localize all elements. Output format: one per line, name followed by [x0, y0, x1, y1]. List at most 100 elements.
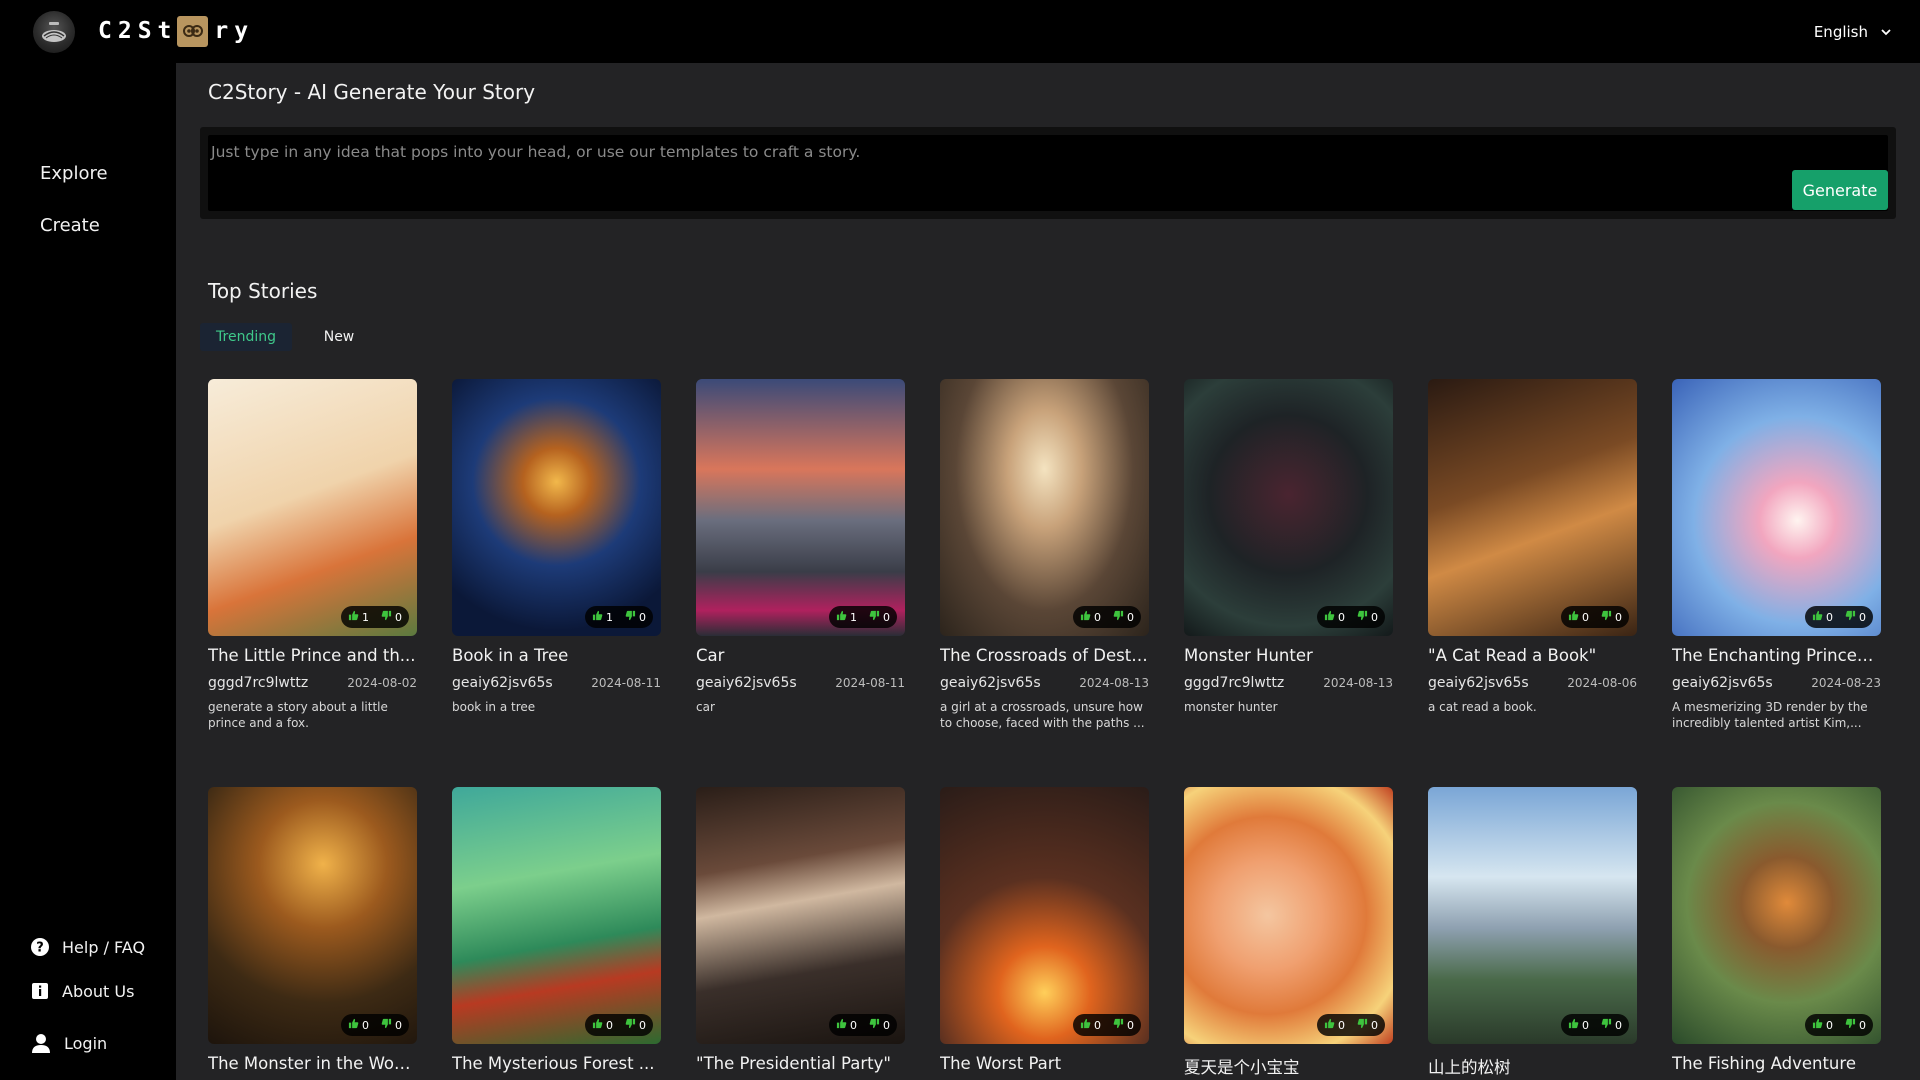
story-card[interactable]: 1 0 Book in a Tree geaiy62jsv65s 2024-08-11 b… — [452, 379, 661, 715]
story-date: 2024-08-06 — [1567, 676, 1637, 690]
like-button[interactable]: 0 — [1568, 1018, 1589, 1032]
vote-counter: 00 — [1561, 606, 1629, 628]
story-cover-image — [1184, 787, 1393, 1044]
dislike-button[interactable]: 0 — [1357, 610, 1378, 624]
story-thumbnail[interactable]: 00 — [1184, 787, 1393, 1044]
sidebar-item-about[interactable]: About Us — [30, 981, 134, 1001]
story-prompt-input[interactable] — [208, 135, 1788, 211]
story-card[interactable]: 0 0 The Enchanting Princes... geaiy62jsv65s… — [1672, 379, 1881, 731]
story-title[interactable]: The Little Prince and th... — [208, 646, 417, 665]
story-thumbnail[interactable]: 00 — [1672, 787, 1881, 1044]
vote-counter: 00 — [1805, 606, 1873, 628]
thumbs-up-icon — [1812, 1018, 1823, 1032]
like-button[interactable]: 1 — [592, 610, 613, 624]
story-thumbnail[interactable]: 00 — [1428, 787, 1637, 1044]
story-thumbnail[interactable]: 00 — [940, 787, 1149, 1044]
dislike-button[interactable]: 0 — [1601, 1018, 1622, 1032]
story-card[interactable]: 1 0 The Little Prince and th... gggd7rc9lwt… — [208, 379, 417, 731]
story-date: 2024-08-11 — [835, 676, 905, 690]
vote-counter: 10 — [585, 606, 653, 628]
dislike-button[interactable]: 0 — [381, 610, 402, 624]
story-date: 2024-08-02 — [347, 676, 417, 690]
story-title[interactable]: Book in a Tree — [452, 646, 661, 665]
story-card[interactable]: 0 0 夏天是个小宝宝 — [1184, 787, 1393, 1078]
like-button[interactable]: 0 — [1568, 610, 1589, 624]
help-icon: ? — [31, 938, 49, 956]
story-thumbnail[interactable]: 00 — [1428, 379, 1637, 636]
story-thumbnail[interactable]: 00 — [940, 379, 1149, 636]
story-thumbnail[interactable]: 10 — [696, 379, 905, 636]
like-button[interactable]: 0 — [592, 1018, 613, 1032]
logo-emblem-icon[interactable] — [33, 11, 75, 53]
story-title[interactable]: "A Cat Read a Book" — [1428, 646, 1637, 665]
story-card[interactable]: 0 0 Monster Hunter gggd7rc9lwttz 2024-08-13 m… — [1184, 379, 1393, 715]
like-button[interactable]: 0 — [1080, 610, 1101, 624]
story-title[interactable]: Car — [696, 646, 905, 665]
story-thumbnail[interactable]: 00 — [452, 787, 661, 1044]
story-thumbnail[interactable]: 00 — [1184, 379, 1393, 636]
story-thumbnail[interactable]: 00 — [696, 787, 905, 1044]
sidebar-item-explore[interactable]: Explore — [40, 163, 108, 184]
story-date: 2024-08-23 — [1811, 676, 1881, 690]
like-button[interactable]: 0 — [1812, 1018, 1833, 1032]
story-thumbnail[interactable]: 10 — [208, 379, 417, 636]
like-count: 0 — [1582, 610, 1589, 624]
dislike-button[interactable]: 0 — [1601, 610, 1622, 624]
story-card[interactable]: 0 0 The Monster in the Woo... — [208, 787, 417, 1073]
story-card[interactable]: 0 0 The Crossroads of Desti... geaiy62jsv65… — [940, 379, 1149, 731]
story-title[interactable]: 夏天是个小宝宝 — [1184, 1054, 1393, 1078]
story-title[interactable]: 山上的松树 — [1428, 1054, 1637, 1078]
story-thumbnail[interactable]: 10 — [452, 379, 661, 636]
brand-logo[interactable]: C2St ry — [98, 14, 254, 48]
dislike-button[interactable]: 0 — [625, 1018, 646, 1032]
sidebar-item-create[interactable]: Create — [40, 215, 100, 236]
story-card[interactable]: 0 0 The Fishing Adventure — [1672, 787, 1881, 1073]
story-card[interactable]: 0 0 "The Presidential Party" — [696, 787, 905, 1073]
dislike-button[interactable]: 0 — [381, 1018, 402, 1032]
sidebar-item-login[interactable]: Login — [30, 1032, 107, 1054]
story-title[interactable]: Monster Hunter — [1184, 646, 1393, 665]
like-button[interactable]: 0 — [1324, 610, 1345, 624]
like-button[interactable]: 0 — [1812, 610, 1833, 624]
story-author: gggd7rc9lwttz — [1184, 675, 1285, 691]
thumbs-down-icon — [1601, 610, 1612, 624]
like-button[interactable]: 0 — [1324, 1018, 1345, 1032]
story-title[interactable]: The Mysterious Forest ... — [452, 1054, 661, 1073]
story-card[interactable]: 0 0 "A Cat Read a Book" geaiy62jsv65s 2024-0… — [1428, 379, 1637, 715]
story-card[interactable]: 0 0 山上的松树 — [1428, 787, 1637, 1078]
story-title[interactable]: The Fishing Adventure — [1672, 1054, 1881, 1073]
story-thumbnail[interactable]: 00 — [1672, 379, 1881, 636]
story-title[interactable]: The Crossroads of Desti... — [940, 646, 1149, 665]
language-select[interactable]: English — [1814, 20, 1892, 44]
like-count: 0 — [1338, 1018, 1345, 1032]
like-button[interactable]: 1 — [836, 610, 857, 624]
generate-button[interactable]: Generate — [1792, 170, 1888, 210]
story-card[interactable]: 0 0 The Worst Part — [940, 787, 1149, 1073]
tab-trending[interactable]: Trending — [200, 323, 292, 351]
like-button[interactable]: 0 — [348, 1018, 369, 1032]
story-title[interactable]: "The Presidential Party" — [696, 1054, 905, 1073]
dislike-button[interactable]: 0 — [1357, 1018, 1378, 1032]
thumbs-down-icon — [625, 610, 636, 624]
story-title[interactable]: The Worst Part — [940, 1054, 1149, 1073]
dislike-button[interactable]: 0 — [1113, 610, 1134, 624]
story-card[interactable]: 0 0 The Mysterious Forest ... — [452, 787, 661, 1073]
dislike-button[interactable]: 0 — [1845, 1018, 1866, 1032]
story-title[interactable]: The Monster in the Woo... — [208, 1054, 417, 1073]
dislike-button[interactable]: 0 — [1845, 610, 1866, 624]
dislike-button[interactable]: 0 — [625, 610, 646, 624]
story-thumbnail[interactable]: 00 — [208, 787, 417, 1044]
like-count: 0 — [1826, 1018, 1833, 1032]
story-title[interactable]: The Enchanting Princes... — [1672, 646, 1881, 665]
tab-new[interactable]: New — [308, 323, 370, 351]
story-card[interactable]: 1 0 Car geaiy62jsv65s 2024-08-11 car — [696, 379, 905, 715]
like-button[interactable]: 0 — [1080, 1018, 1101, 1032]
like-button[interactable]: 1 — [348, 610, 369, 624]
like-button[interactable]: 0 — [836, 1018, 857, 1032]
dislike-button[interactable]: 0 — [1113, 1018, 1134, 1032]
thumbs-down-icon — [1357, 610, 1368, 624]
dislike-count: 0 — [395, 610, 402, 624]
dislike-button[interactable]: 0 — [869, 610, 890, 624]
dislike-button[interactable]: 0 — [869, 1018, 890, 1032]
sidebar-item-help[interactable]: ? Help / FAQ — [30, 937, 145, 957]
